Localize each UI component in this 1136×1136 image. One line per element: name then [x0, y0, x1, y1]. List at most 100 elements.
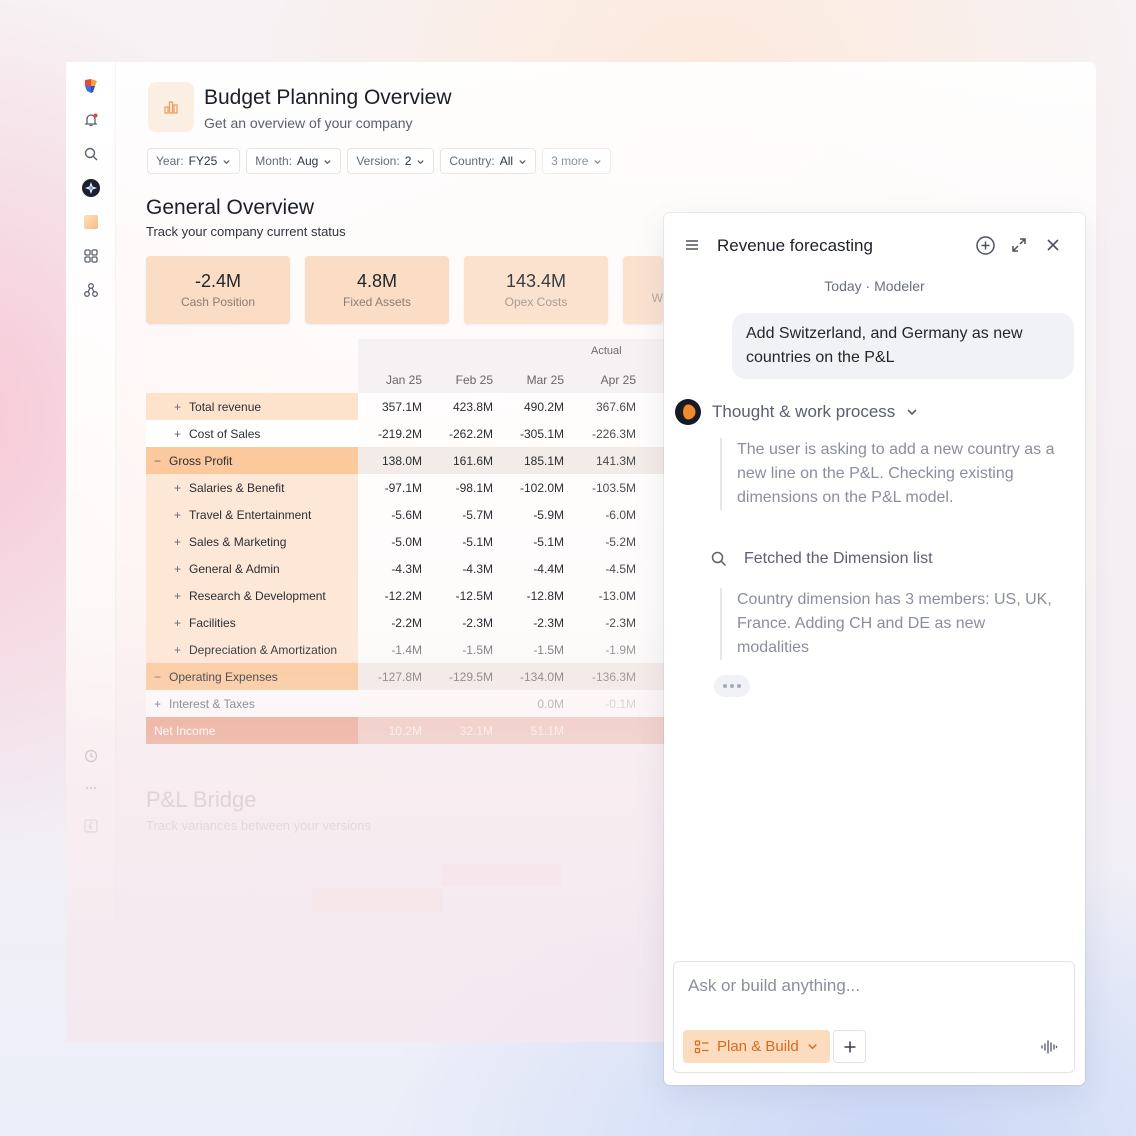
table-row[interactable]: + Total revenue 357.1M 423.8M 490.2M 367.6M: [146, 393, 666, 420]
table-cell[interactable]: 423.8M: [433, 400, 493, 414]
table-cell[interactable]: -103.5M: [576, 481, 636, 495]
filter-version[interactable]: Version: 2: [347, 148, 435, 174]
table-cell[interactable]: 32.1M: [433, 724, 493, 738]
sheet-icon[interactable]: [81, 212, 101, 232]
add-attachment-button[interactable]: [833, 1030, 866, 1063]
table-cell[interactable]: -134.0M: [504, 670, 564, 684]
app-logo-icon[interactable]: [81, 76, 101, 96]
table-cell[interactable]: -5.9M: [504, 508, 564, 522]
table-cell[interactable]: -136.3M: [576, 670, 636, 684]
table-row[interactable]: + Salaries & Benefit -97.1M -98.1M -102.0M -1…: [146, 474, 666, 501]
expand-row-icon[interactable]: +: [174, 535, 181, 549]
table-cell[interactable]: -1.9M: [576, 643, 636, 657]
table-cell[interactable]: 0.0M: [504, 697, 564, 711]
table-cell[interactable]: -1.5M: [433, 643, 493, 657]
column-header[interactable]: Feb 25: [433, 373, 493, 387]
table-cell[interactable]: -5.2M: [576, 535, 636, 549]
table-cell[interactable]: -12.2M: [362, 589, 422, 603]
filter-more[interactable]: 3 more: [542, 148, 612, 174]
column-header[interactable]: Apr 25: [576, 373, 636, 387]
more-icon[interactable]: [81, 778, 101, 798]
table-cell[interactable]: 141.3M: [576, 454, 636, 468]
table-row[interactable]: + General & Admin -4.3M -4.3M -4.4M -4.5M: [146, 555, 666, 582]
table-cell[interactable]: -1.4M: [362, 643, 422, 657]
table-cell[interactable]: -4.3M: [362, 562, 422, 576]
filter-year[interactable]: Year: FY25: [147, 148, 241, 174]
thought-toggle[interactable]: Thought & work process: [674, 398, 919, 426]
expand-row-icon[interactable]: +: [174, 643, 181, 657]
voice-input-icon[interactable]: [1038, 1036, 1060, 1058]
table-cell[interactable]: 10.2M: [362, 724, 422, 738]
table-cell[interactable]: -102.0M: [504, 481, 564, 495]
table-cell[interactable]: -2.3M: [504, 616, 564, 630]
table-row[interactable]: + Depreciation & Amortization -1.4M -1.5M -1…: [146, 636, 666, 663]
table-cell[interactable]: -13.0M: [576, 589, 636, 603]
table-cell[interactable]: -219.2M: [362, 427, 422, 441]
close-icon[interactable]: [1042, 234, 1064, 256]
filter-month[interactable]: Month: Aug: [246, 148, 342, 174]
table-cell[interactable]: -226.3M: [576, 427, 636, 441]
table-cell[interactable]: -4.4M: [504, 562, 564, 576]
menu-icon[interactable]: [681, 234, 703, 256]
table-cell[interactable]: 51.1M: [504, 724, 564, 738]
table-row[interactable]: + Cost of Sales -219.2M -262.2M -305.1M -226.…: [146, 420, 666, 447]
table-cell[interactable]: -4.3M: [433, 562, 493, 576]
table-cell[interactable]: -129.5M: [433, 670, 493, 684]
table-cell[interactable]: -305.1M: [504, 427, 564, 441]
table-cell[interactable]: 138.0M: [362, 454, 422, 468]
expand-row-icon[interactable]: +: [174, 508, 181, 522]
table-row[interactable]: − Operating Expenses -127.8M -129.5M -134.0M…: [146, 663, 666, 690]
kpi-card-partial[interactable]: W: [623, 256, 663, 324]
expand-row-icon[interactable]: +: [154, 697, 161, 711]
table-cell[interactable]: -1.5M: [504, 643, 564, 657]
table-cell[interactable]: -127.8M: [362, 670, 422, 684]
table-cell[interactable]: 185.1M: [504, 454, 564, 468]
filter-country[interactable]: Country: All: [440, 148, 537, 174]
table-cell[interactable]: -2.3M: [433, 616, 493, 630]
table-cell[interactable]: -5.1M: [504, 535, 564, 549]
table-cell[interactable]: -2.2M: [362, 616, 422, 630]
expand-row-icon[interactable]: +: [174, 589, 181, 603]
kpi-card-fixed-assets[interactable]: 4.8M Fixed Assets: [305, 256, 449, 324]
new-chat-icon[interactable]: [974, 234, 996, 256]
table-cell[interactable]: -6.0M: [576, 508, 636, 522]
table-row[interactable]: + Sales & Marketing -5.0M -5.1M -5.1M -5.2M: [146, 528, 666, 555]
table-cell[interactable]: -12.8M: [504, 589, 564, 603]
table-row[interactable]: + Facilities -2.2M -2.3M -2.3M -2.3M: [146, 609, 666, 636]
table-cell[interactable]: -2.3M: [576, 616, 636, 630]
plan-build-mode-button[interactable]: Plan & Build: [683, 1030, 830, 1063]
table-row[interactable]: + Interest & Taxes 0.0M -0.1M: [146, 690, 666, 717]
expand-row-icon[interactable]: +: [174, 562, 181, 576]
kpi-card-cash-position[interactable]: -2.4M Cash Position: [146, 256, 290, 324]
expand-icon[interactable]: [1008, 234, 1030, 256]
table-cell[interactable]: -5.0M: [362, 535, 422, 549]
apps-grid-icon[interactable]: [81, 246, 101, 266]
table-cell[interactable]: -97.1M: [362, 481, 422, 495]
table-cell[interactable]: -4.5M: [576, 562, 636, 576]
table-cell[interactable]: -98.1M: [433, 481, 493, 495]
table-row[interactable]: − Gross Profit 138.0M 161.6M 185.1M 141.3M: [146, 447, 666, 474]
table-row[interactable]: Net Income 10.2M 32.1M 51.1M: [146, 717, 666, 744]
search-icon[interactable]: [81, 144, 101, 164]
column-header[interactable]: Jan 25: [362, 373, 422, 387]
table-cell[interactable]: -12.5M: [433, 589, 493, 603]
kpi-card-opex-costs[interactable]: 143.4M Opex Costs: [464, 256, 608, 324]
chat-input[interactable]: [688, 976, 1058, 996]
column-header[interactable]: Mar 25: [504, 373, 564, 387]
table-cell[interactable]: 161.6M: [433, 454, 493, 468]
table-cell[interactable]: 357.1M: [362, 400, 422, 414]
expand-row-icon[interactable]: +: [174, 427, 181, 441]
history-icon[interactable]: [81, 746, 101, 766]
table-row[interactable]: + Research & Development -12.2M -12.5M -12.8…: [146, 582, 666, 609]
table-cell[interactable]: 490.2M: [504, 400, 564, 414]
expand-row-icon[interactable]: +: [174, 400, 181, 414]
flash-icon[interactable]: [81, 816, 101, 836]
table-cell[interactable]: 367.6M: [576, 400, 636, 414]
collapse-row-icon[interactable]: −: [154, 670, 161, 684]
ai-assistant-icon[interactable]: [81, 178, 101, 198]
workflow-icon[interactable]: [81, 280, 101, 300]
table-cell[interactable]: -5.6M: [362, 508, 422, 522]
table-cell[interactable]: -262.2M: [433, 427, 493, 441]
table-row[interactable]: + Travel & Entertainment -5.6M -5.7M -5.9M -6…: [146, 501, 666, 528]
table-cell[interactable]: -5.1M: [433, 535, 493, 549]
